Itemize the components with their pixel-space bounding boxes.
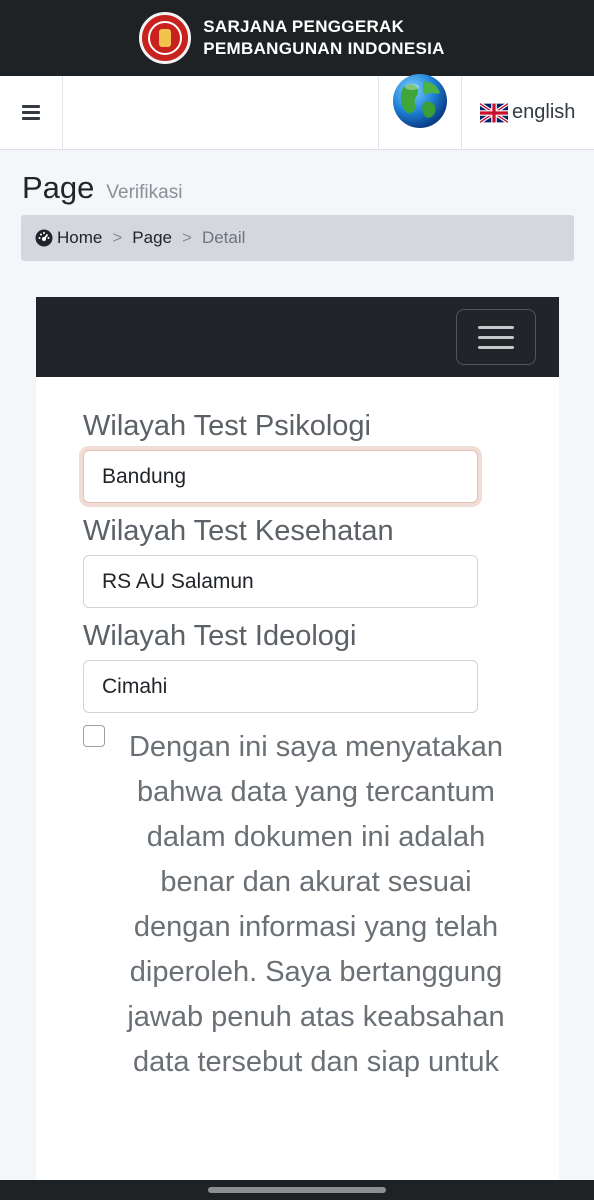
page-header: Page Verifikasi xyxy=(22,170,182,206)
page-subtitle: Verifikasi xyxy=(106,182,183,203)
menu-toggle-button[interactable] xyxy=(0,76,63,149)
card-menu-toggle-button[interactable] xyxy=(456,309,536,365)
breadcrumb-current: Detail xyxy=(201,228,246,247)
brand-header: SARJANA PENGGERAK PEMBANGUNAN INDONESIA xyxy=(0,0,594,76)
breadcrumb-separator: > xyxy=(112,228,123,247)
brand-line2: PEMBANGUNAN INDONESIA xyxy=(203,39,445,58)
language-label: english xyxy=(512,101,576,123)
uk-flag-icon xyxy=(480,102,508,123)
brand-name: SARJANA PENGGERAK PEMBANGUNAN INDONESIA xyxy=(203,16,444,60)
breadcrumb-home-link[interactable]: Home xyxy=(57,228,102,248)
globe-button[interactable] xyxy=(378,74,462,149)
agreement-statement: Dengan ini saya menyatakan bahwa data ya… xyxy=(127,731,505,1078)
content-wrapper: Page Verifikasi Home > Page > Detail Wil… xyxy=(0,150,594,1180)
top-navbar: english xyxy=(0,74,594,150)
agree-checkbox[interactable] xyxy=(83,725,105,747)
system-nav-bar xyxy=(0,1180,594,1200)
ideologi-label: Wilayah Test Ideologi xyxy=(83,620,357,652)
card-navbar xyxy=(36,297,559,377)
dashboard-icon xyxy=(35,229,53,247)
kesehatan-label: Wilayah Test Kesehatan xyxy=(83,515,394,547)
brand-line1: SARJANA PENGGERAK xyxy=(203,17,405,36)
verification-form: Wilayah Test Psikologi Wilayah Test Kese… xyxy=(36,377,559,1180)
page-title: Page xyxy=(22,170,95,205)
hamburger-icon xyxy=(22,102,40,123)
sppi-logo-icon xyxy=(139,12,192,64)
psikologi-label: Wilayah Test Psikologi xyxy=(83,410,371,442)
home-gesture-bar[interactable] xyxy=(208,1187,386,1193)
ideologi-input[interactable] xyxy=(83,660,478,713)
kesehatan-input[interactable] xyxy=(83,555,478,608)
breadcrumb-separator: > xyxy=(182,228,192,247)
language-selector[interactable]: english xyxy=(480,76,594,149)
globe-icon xyxy=(393,74,447,128)
psikologi-input[interactable] xyxy=(83,450,478,503)
breadcrumb-page-link[interactable]: Page xyxy=(132,228,172,248)
breadcrumb: Home > Page > Detail xyxy=(21,215,574,261)
